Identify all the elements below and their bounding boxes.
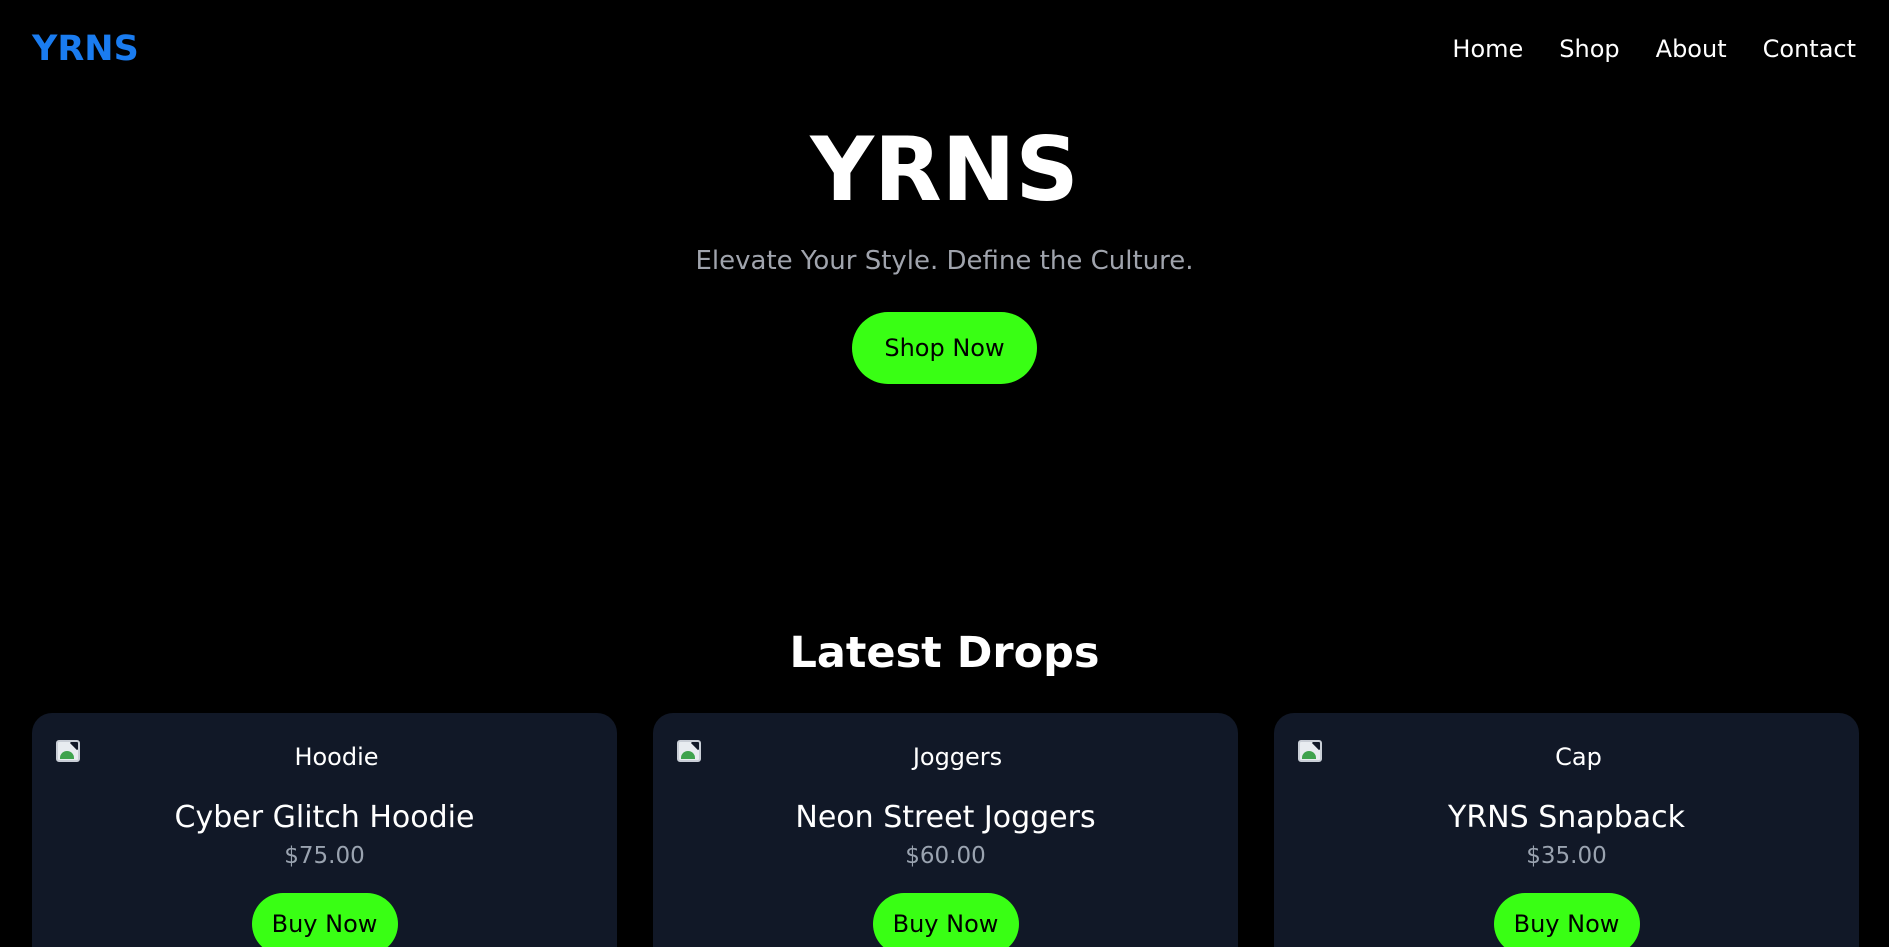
brand-logo[interactable]: YRNS [32,29,139,69]
top-nav: YRNS Home Shop About Contact [0,0,1889,98]
product-name: YRNS Snapback [1448,800,1685,835]
product-price: $35.00 [1526,843,1607,869]
hero-section: YRNS Elevate Your Style. Define the Cult… [0,118,1889,384]
product-image-alt: Hoodie [294,743,379,771]
product-image[interactable]: Hoodie [56,737,593,777]
product-image[interactable]: Cap [1298,737,1835,777]
broken-image-icon [677,740,701,762]
broken-image-icon [1298,740,1322,762]
product-image[interactable]: Joggers [677,737,1214,777]
nav-link-home[interactable]: Home [1452,35,1523,63]
product-card: Hoodie Cyber Glitch Hoodie $75.00 Buy No… [32,713,617,947]
product-image-alt: Cap [1555,743,1602,771]
hero-subtitle: Elevate Your Style. Define the Culture. [695,246,1194,276]
product-card: Cap YRNS Snapback $35.00 Buy Now [1274,713,1859,947]
hero-title: YRNS [810,118,1079,221]
buy-now-button[interactable]: Buy Now [1493,893,1640,947]
nav-link-about[interactable]: About [1656,35,1727,63]
product-price: $75.00 [284,843,365,869]
nav-link-contact[interactable]: Contact [1763,35,1856,63]
product-grid: Hoodie Cyber Glitch Hoodie $75.00 Buy No… [32,713,1859,947]
broken-image-icon [56,740,80,762]
product-price: $60.00 [905,843,986,869]
section-title: Latest Drops [789,628,1100,678]
product-image-alt: Joggers [912,743,1003,771]
nav-link-shop[interactable]: Shop [1559,35,1619,63]
nav-links: Home Shop About Contact [1452,35,1856,63]
product-card: Joggers Neon Street Joggers $60.00 Buy N… [653,713,1238,947]
buy-now-button[interactable]: Buy Now [251,893,398,947]
shop-now-button[interactable]: Shop Now [852,312,1037,384]
buy-now-button[interactable]: Buy Now [872,893,1019,947]
product-name: Neon Street Joggers [795,800,1096,835]
product-name: Cyber Glitch Hoodie [174,800,475,835]
